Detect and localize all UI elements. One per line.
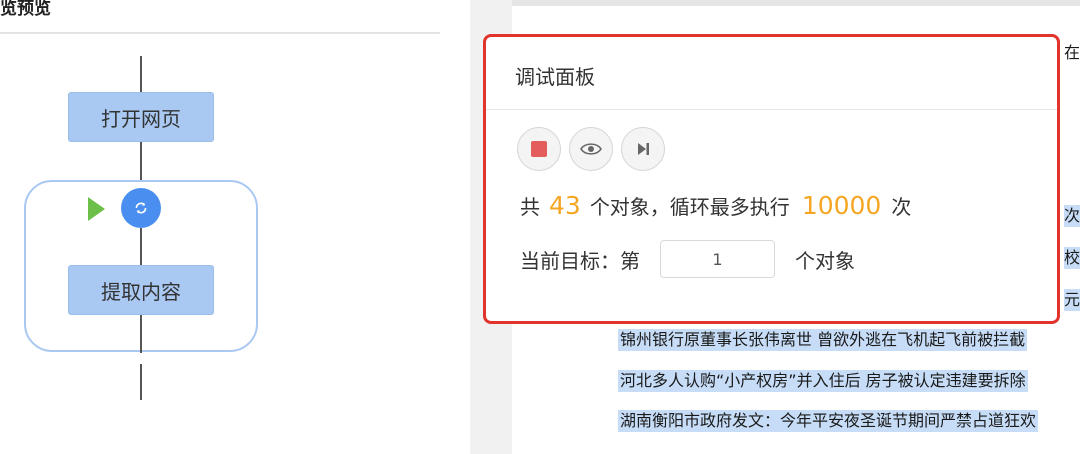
news-headline-link[interactable]: 湖南衡阳市政府发文：今年平安夜圣诞节期间严禁占道狂欢 [618, 410, 1039, 432]
flow-connector [140, 364, 142, 400]
count-middle: 个对象，循环最多执行 [589, 195, 790, 219]
target-suffix: 个对象 [795, 248, 855, 273]
preview-button[interactable] [569, 127, 613, 171]
open-page-node-label: 打开网页 [101, 106, 181, 131]
count-prefix: 共 [520, 195, 540, 219]
count-suffix: 次 [891, 195, 912, 219]
stop-icon [531, 141, 547, 157]
extract-content-node[interactable]: 提取内容 [68, 265, 214, 315]
flow-connector [140, 142, 142, 182]
news-headline-link[interactable]: 锦州银行原董事长张伟离世 曾欲外逃在飞机起飞前被拦截 [618, 329, 1028, 351]
flow-connector [140, 56, 142, 92]
stop-button[interactable] [517, 127, 561, 171]
eye-icon [580, 143, 602, 155]
flow-connector [140, 315, 142, 353]
target-prefix: 当前目标：第 [520, 248, 640, 273]
debug-panel: 调试面板 共 43 个对象，循环最多执行 10000 次 当前目标：第 1 个对… [483, 34, 1060, 324]
clipped-text: 在 [1064, 43, 1080, 62]
flow-preview-title: 览预览 [0, 0, 51, 19]
flow-preview-divider [0, 32, 440, 34]
current-target-input[interactable]: 1 [660, 240, 775, 278]
step-forward-icon [638, 143, 649, 155]
flow-preview-pane: 览预览 打开网页 提取内容 [0, 0, 470, 454]
debug-panel-title: 调试面板 [515, 65, 595, 89]
current-target-value: 1 [712, 249, 723, 269]
news-headline-link[interactable]: 河北多人认购“小产权房”并入住后 房子被认定违建要拆除 [618, 370, 1028, 392]
current-target-row: 当前目标：第 1 个对象 [520, 240, 855, 278]
clipped-text: 校 [1064, 247, 1080, 269]
play-icon[interactable] [88, 197, 105, 221]
loop-count-row: 共 43 个对象，循环最多执行 10000 次 [520, 191, 911, 220]
object-count: 43 [549, 191, 581, 220]
open-page-node[interactable]: 打开网页 [68, 92, 214, 142]
flow-connector [140, 228, 142, 266]
clipped-text: 元 [1064, 289, 1080, 311]
loop-icon[interactable] [121, 188, 161, 228]
extract-content-node-label: 提取内容 [101, 279, 181, 304]
max-loop-count: 10000 [801, 191, 882, 220]
step-forward-button[interactable] [621, 127, 665, 171]
debug-panel-divider [486, 109, 1057, 110]
clipped-text: 次 [1064, 205, 1080, 227]
